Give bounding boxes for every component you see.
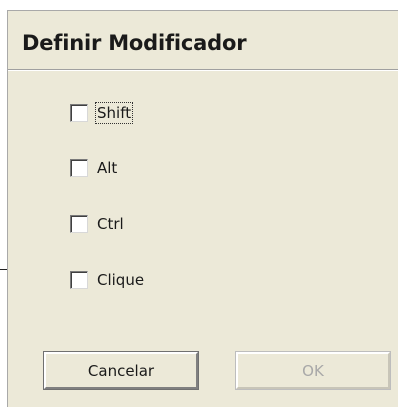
ctrl-checkbox[interactable] xyxy=(70,215,88,233)
option-ctrl[interactable]: Ctrl xyxy=(70,212,124,236)
option-shift[interactable]: Shift xyxy=(70,101,134,125)
clique-checkbox[interactable] xyxy=(70,271,88,289)
shift-checkbox[interactable] xyxy=(70,104,88,122)
ok-button[interactable]: OK xyxy=(235,351,391,390)
option-clique[interactable]: Clique xyxy=(70,268,144,292)
shift-label[interactable]: Shift xyxy=(94,102,134,124)
alt-label[interactable]: Alt xyxy=(97,159,117,177)
dialog-title-bar: Definir Modificador xyxy=(8,11,398,69)
cancel-button[interactable]: Cancelar xyxy=(43,351,199,390)
alt-checkbox[interactable] xyxy=(70,159,88,177)
option-alt[interactable]: Alt xyxy=(70,156,117,180)
modifier-options: Shift Alt Ctrl Clique xyxy=(8,71,398,331)
clique-label[interactable]: Clique xyxy=(97,271,144,289)
define-modifier-dialog: Definir Modificador Shift Alt Ctrl Cliqu… xyxy=(7,10,398,407)
ctrl-label[interactable]: Ctrl xyxy=(97,215,124,233)
dialog-title: Definir Modificador xyxy=(22,31,247,55)
